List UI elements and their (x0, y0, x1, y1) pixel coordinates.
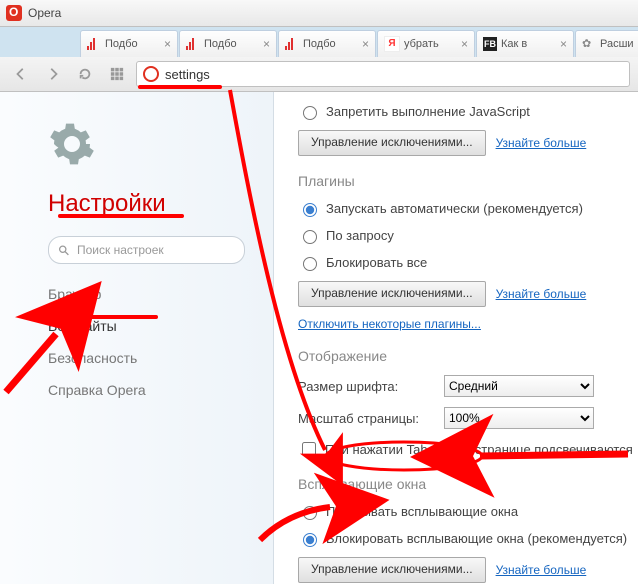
search-icon (59, 244, 69, 257)
settings-sidebar: Настройки БраузерВеб-сайтыБезопасностьСп… (0, 92, 274, 584)
tab-highlight-label: При нажатии Tab на веб-странице подсвечи… (325, 442, 633, 457)
zoom-select[interactable]: 100% (444, 407, 594, 429)
popups-block-label: Блокировать всплывающие окна (рекомендуе… (326, 531, 627, 546)
plugins-disable-link[interactable]: Отключить некоторые плагины... (298, 317, 481, 331)
tab-highlight-checkbox[interactable] (302, 442, 316, 456)
sidebar-item[interactable]: Справка Opera (48, 374, 245, 406)
opera-badge-icon (143, 66, 159, 82)
js-deny-radio[interactable] (303, 106, 317, 120)
browser-tab[interactable]: Подбо × (278, 30, 376, 57)
sidebar-item[interactable]: Безопасность (48, 342, 245, 374)
popups-learn-link[interactable]: Узнайте больше (496, 563, 587, 577)
reload-button[interactable] (72, 61, 98, 87)
font-size-select[interactable]: Средний (444, 375, 594, 397)
js-manage-button[interactable]: Управление исключениями... (298, 130, 486, 156)
forward-button[interactable] (40, 61, 66, 87)
plugins-block-label: Блокировать все (326, 255, 427, 270)
tab-close-icon[interactable]: × (164, 37, 171, 51)
js-deny-label: Запретить выполнение JavaScript (326, 104, 530, 119)
back-button[interactable] (8, 61, 34, 87)
chart-icon (285, 38, 299, 50)
toolbar: settings (0, 57, 638, 92)
speed-dial-button[interactable] (104, 61, 130, 87)
plugins-ondemand-radio[interactable] (303, 230, 317, 244)
tab-label: Подбо (303, 38, 336, 50)
browser-tab[interactable]: Подбо × (80, 30, 178, 57)
titlebar: Opera (0, 0, 638, 27)
tab-strip: Подбо × Подбо × Подбо × Яубрать × FB Как в × ✿ Расши… (0, 27, 638, 57)
browser-tab[interactable]: ✿Расши× (575, 30, 638, 57)
tab-label: Как в (501, 38, 527, 50)
tab-label: убрать (404, 38, 439, 50)
tab-close-icon[interactable]: × (263, 37, 270, 51)
plugins-auto-radio[interactable] (303, 203, 317, 217)
popups-show-radio[interactable] (303, 506, 317, 520)
address-bar[interactable]: settings (136, 61, 630, 87)
js-learn-link[interactable]: Узнайте больше (496, 136, 587, 150)
puzzle-icon: ✿ (582, 37, 596, 51)
address-text: settings (165, 67, 210, 82)
popups-manage-button[interactable]: Управление исключениями... (298, 557, 486, 583)
sidebar-item[interactable]: Веб-сайты (48, 310, 245, 342)
settings-content: Запретить выполнение JavaScript Управлен… (274, 92, 638, 584)
tab-label: Расши (600, 38, 634, 50)
popups-block-radio[interactable] (303, 533, 317, 547)
chart-icon (186, 38, 200, 50)
fb-icon: FB (483, 37, 497, 51)
plugins-learn-link[interactable]: Узнайте больше (496, 287, 587, 301)
tab-label: Подбо (105, 38, 138, 50)
font-size-label: Размер шрифта: (298, 379, 434, 394)
gear-icon (48, 120, 96, 168)
zoom-label: Масштаб страницы: (298, 411, 434, 426)
plugins-block-radio[interactable] (303, 257, 317, 271)
app-title: Opera (28, 6, 61, 20)
yandex-icon: Я (384, 36, 400, 52)
browser-tab[interactable]: FB Как в × (476, 30, 574, 57)
tab-label: Подбо (204, 38, 237, 50)
plugins-auto-label: Запускать автоматически (рекомендуется) (326, 201, 583, 216)
settings-search[interactable] (48, 236, 245, 264)
plugins-manage-button[interactable]: Управление исключениями... (298, 281, 486, 307)
popups-show-label: Показывать всплывающие окна (326, 504, 518, 519)
search-input[interactable] (75, 242, 234, 258)
tab-close-icon[interactable]: × (560, 37, 567, 51)
browser-tab[interactable]: Подбо × (179, 30, 277, 57)
settings-heading: Настройки (48, 190, 245, 218)
plugins-ondemand-label: По запросу (326, 228, 394, 243)
sidebar-item[interactable]: Браузер (48, 278, 245, 310)
plugins-heading: Плагины (298, 161, 638, 195)
display-heading: Отображение (298, 336, 638, 370)
popups-heading: Всплывающие окна (298, 464, 638, 498)
tab-close-icon[interactable]: × (461, 37, 468, 51)
chart-icon (87, 38, 101, 50)
tab-close-icon[interactable]: × (362, 37, 369, 51)
browser-tab[interactable]: Яубрать × (377, 30, 475, 57)
opera-icon (6, 5, 22, 21)
